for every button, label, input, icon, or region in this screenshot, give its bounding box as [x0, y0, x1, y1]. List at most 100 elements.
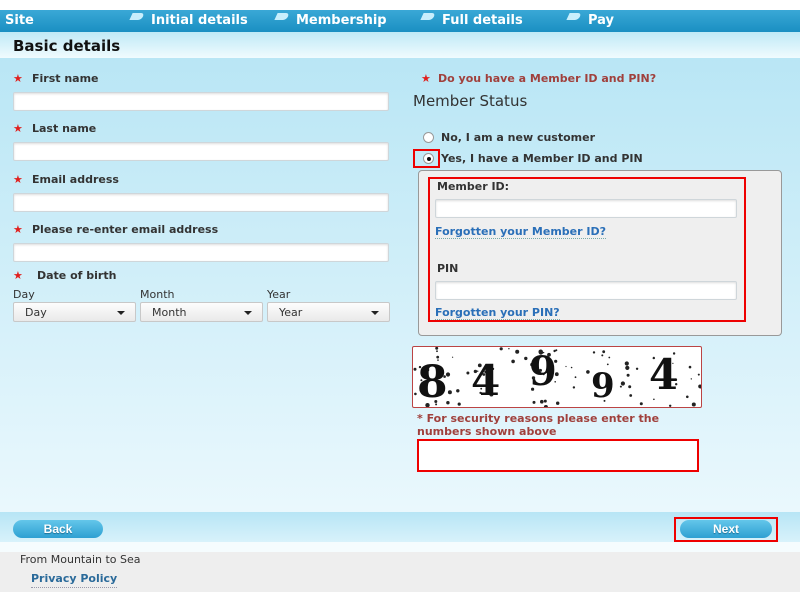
captcha-digit: 9	[529, 348, 557, 395]
required-icon: ★	[13, 173, 23, 186]
captcha-noise-dot	[624, 361, 629, 366]
required-icon: ★	[421, 72, 431, 85]
captcha-noise-dot	[635, 367, 639, 370]
email-input[interactable]	[13, 193, 389, 212]
captcha-noise-dot	[608, 356, 611, 359]
captcha-noise-dot	[435, 347, 439, 350]
day-select[interactable]: Day	[13, 302, 136, 322]
chevron-down-icon	[371, 311, 379, 315]
nav-step-label: Initial details	[151, 13, 248, 28]
radio-new-customer-label[interactable]: No, I am a new customer	[441, 131, 595, 144]
nav-step-initial-details[interactable]: Initial details	[131, 13, 248, 28]
back-button[interactable]: Back	[13, 520, 103, 538]
captcha-noise-dot	[626, 373, 630, 377]
captcha-noise-dot	[540, 399, 544, 404]
captcha-noise-dot	[515, 349, 520, 354]
step-arrow-icon	[131, 13, 145, 21]
progress-nav: Site Initial details Membership Full det…	[0, 10, 800, 32]
bottom-band	[0, 592, 800, 600]
footer-spacer	[0, 542, 800, 552]
captcha-noise-dot	[601, 354, 604, 357]
captcha-noise-dot	[436, 350, 438, 353]
email-label: Email address	[32, 173, 119, 186]
captcha-noise-dot	[586, 370, 590, 374]
captcha-noise-dot	[697, 373, 700, 376]
captcha-noise-dot	[457, 402, 461, 406]
captcha-noise-dot	[686, 395, 689, 399]
captcha-noise-dot	[628, 385, 632, 389]
radio-existing-member-label[interactable]: Yes, I have a Member ID and PIN	[441, 152, 643, 165]
dob-label: Date of birth	[37, 269, 117, 282]
member-id-input[interactable]	[435, 199, 737, 218]
captcha-noise-dot	[543, 399, 547, 403]
captcha-noise-dot	[619, 385, 622, 388]
captcha-noise-dot	[620, 381, 625, 386]
required-icon: ★	[13, 223, 23, 236]
captcha-instruction: * For security reasons please enter the …	[417, 412, 660, 438]
last-name-input[interactable]	[13, 142, 389, 161]
nav-step-label: Pay	[588, 13, 615, 28]
step-arrow-icon	[276, 13, 290, 21]
nav-step-label: Membership	[296, 13, 387, 28]
last-name-label: Last name	[32, 122, 97, 135]
day-label: Day	[13, 288, 35, 301]
captcha-image: 8 4 9 9 4	[412, 346, 702, 408]
nav-step-pay[interactable]: Pay	[568, 13, 614, 28]
captcha-noise-dot	[691, 402, 696, 407]
member-status-title: Member Status	[413, 92, 528, 110]
captcha-noise-dot	[699, 387, 701, 389]
forgot-member-id-link[interactable]: Forgotten your Member ID?	[435, 225, 606, 239]
nav-step-membership[interactable]: Membership	[276, 13, 387, 28]
section-header: Basic details	[0, 32, 800, 58]
month-label: Month	[140, 288, 175, 301]
nav-step-full-details[interactable]: Full details	[422, 13, 523, 28]
top-band	[0, 0, 800, 10]
captcha-noise-dot	[452, 356, 454, 358]
page-title: Basic details	[13, 37, 121, 55]
nav-step-label: Full details	[442, 13, 523, 28]
captcha-input[interactable]	[417, 439, 699, 472]
captcha-noise-dot	[688, 365, 692, 369]
captcha-noise-dot	[508, 348, 510, 350]
step-arrow-icon	[422, 13, 436, 21]
captcha-noise-dot	[629, 394, 633, 397]
nav-site[interactable]: Site	[5, 13, 34, 28]
radio-new-customer[interactable]	[423, 132, 434, 143]
highlight-next	[674, 517, 778, 542]
reenter-email-input[interactable]	[13, 243, 389, 262]
required-icon: ★	[13, 72, 23, 85]
captcha-noise-dot	[592, 351, 596, 354]
captcha-noise-dot	[532, 400, 536, 404]
captcha-noise-dot	[570, 366, 573, 369]
chevron-down-icon	[244, 311, 252, 315]
required-icon: ★	[13, 122, 23, 135]
reenter-email-label: Please re-enter email address	[32, 223, 219, 236]
year-select-value: Year	[279, 306, 303, 319]
highlight-radio	[413, 149, 440, 168]
forgot-pin-link[interactable]: Forgotten your PIN?	[435, 306, 560, 320]
captcha-noise-dot	[556, 401, 560, 405]
year-label: Year	[267, 288, 291, 301]
captcha-noise-dot	[625, 365, 630, 370]
captcha-graphic: 8 4 9 9 4	[413, 347, 701, 407]
captcha-noise-dot	[524, 356, 528, 361]
pin-input[interactable]	[435, 281, 737, 300]
captcha-noise-dot	[690, 378, 692, 380]
required-icon: ★	[13, 269, 23, 282]
first-name-input[interactable]	[13, 92, 389, 111]
captcha-digit: 4	[649, 350, 678, 399]
pin-label: PIN	[437, 262, 459, 275]
chevron-down-icon	[117, 311, 125, 315]
captcha-noise-dot	[572, 386, 576, 389]
step-arrow-icon	[568, 13, 582, 21]
captcha-noise-dot	[565, 365, 567, 368]
captcha-noise-dot	[602, 350, 606, 354]
captcha-noise-dot	[639, 402, 643, 406]
captcha-digit: 9	[591, 366, 615, 406]
privacy-policy-link[interactable]: Privacy Policy	[31, 572, 118, 588]
member-question: Do you have a Member ID and PIN?	[438, 72, 657, 85]
captcha-noise-dot	[456, 389, 460, 393]
year-select[interactable]: Year	[267, 302, 390, 322]
captcha-noise-dot	[447, 390, 452, 395]
month-select[interactable]: Month	[140, 302, 263, 322]
